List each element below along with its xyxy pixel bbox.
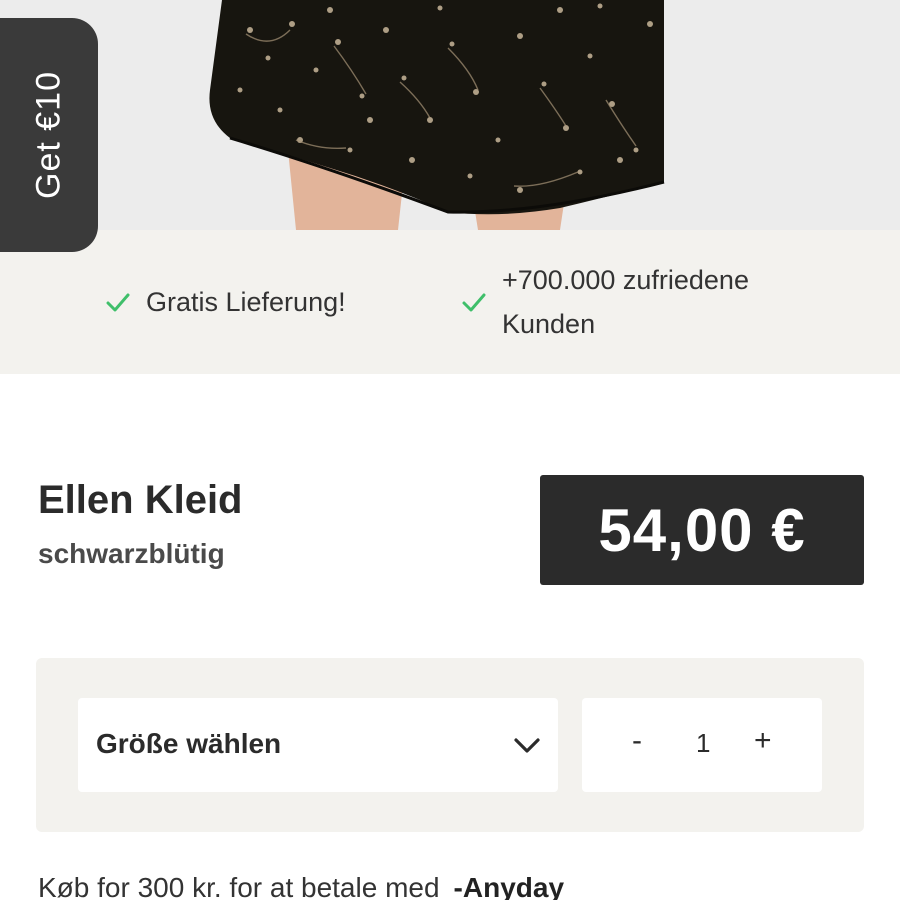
check-icon: [106, 293, 130, 312]
usp-label: Gratis Lieferung!: [146, 287, 346, 317]
quantity-stepper: - 1 +: [582, 698, 822, 792]
product-image[interactable]: [0, 0, 900, 230]
product-title: Ellen Kleid: [38, 478, 243, 522]
anyday-logo[interactable]: -Anyday: [454, 872, 564, 900]
promo-tab-label: Get €10: [29, 71, 68, 199]
chevron-down-icon: [514, 738, 540, 753]
quantity-decrease-button[interactable]: -: [632, 724, 642, 758]
promo-tab[interactable]: Get €10: [0, 18, 98, 252]
product-color: schwarzblütig: [38, 538, 225, 569]
usp-item-customers: +700.000 zufriedene Kunden: [460, 258, 820, 346]
price-badge: 54,00 €: [540, 475, 864, 585]
usp-label: +700.000 zufriedene Kunden: [502, 258, 749, 346]
usp-label-line-1: +700.000 zufriedene: [502, 265, 749, 295]
price-value: 54,00 €: [598, 496, 806, 564]
usp-item-delivery: Gratis Lieferung!: [104, 280, 346, 324]
size-select[interactable]: Größe wählen: [78, 698, 558, 792]
usp-label-line-2: Kunden: [502, 309, 596, 339]
size-select-label: Größe wählen: [96, 728, 282, 759]
payment-info-text: Køb for 300 kr. for at betale med: [38, 872, 440, 900]
quantity-value: 1: [696, 728, 711, 758]
check-icon: [462, 293, 486, 312]
dress-photo: [209, 0, 665, 230]
payment-info: Køb for 300 kr. for at betale med -Anyday: [38, 872, 564, 900]
quantity-increase-button[interactable]: +: [754, 724, 772, 758]
product-page: Get €10 Gratis Lieferung! +700.000 zufri…: [0, 0, 900, 900]
